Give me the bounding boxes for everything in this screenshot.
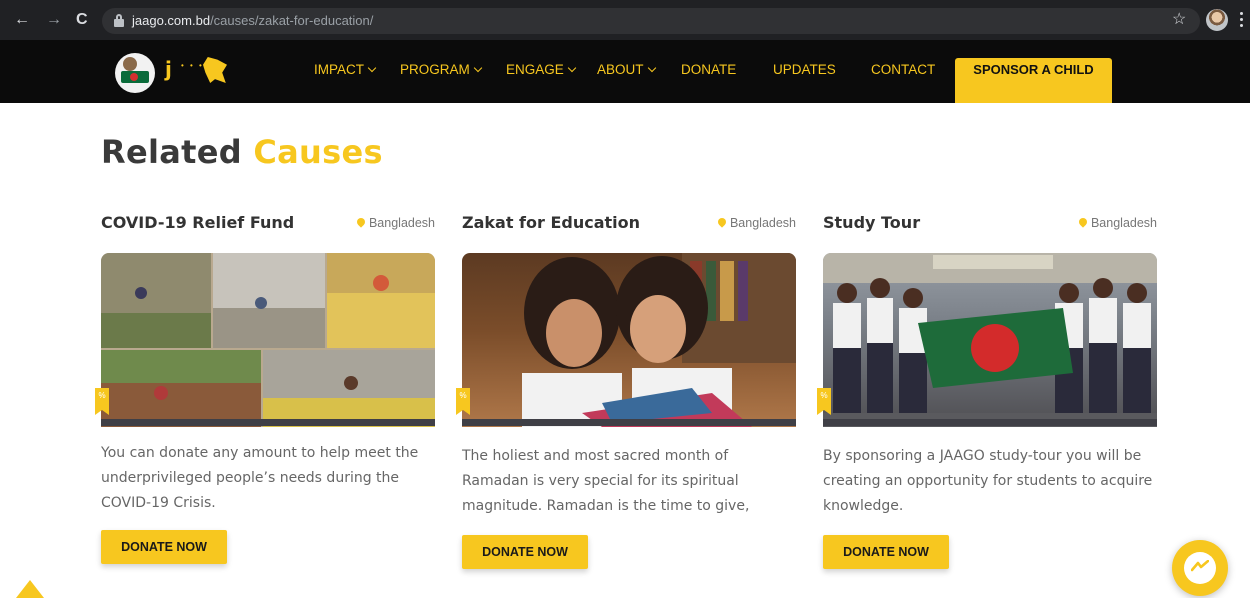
address-bar[interactable]: jaago.com.bd/causes/zakat-for-education/	[102, 8, 1200, 34]
scroll-to-top-icon[interactable]	[16, 580, 44, 598]
chevron-down-icon	[367, 63, 377, 73]
cause-description: The holiest and most sacred month of Ram…	[462, 448, 750, 514]
messenger-chat-button[interactable]	[1172, 540, 1228, 596]
cause-location: Bangladesh	[716, 216, 796, 230]
chevron-down-icon	[473, 63, 483, 73]
cause-image[interactable]	[823, 253, 1157, 427]
cause-title[interactable]: COVID-19 Relief Fund	[101, 213, 294, 232]
donate-now-button[interactable]: DONATE NOW	[101, 530, 227, 564]
nav-item-label: ABOUT	[597, 62, 644, 77]
progress-bar	[462, 419, 796, 426]
cause-location: Bangladesh	[355, 216, 435, 230]
chevron-down-icon	[647, 63, 656, 73]
progress-badge: %	[817, 388, 831, 415]
bookmark-star-icon[interactable]: ☆	[1172, 10, 1186, 30]
cause-title[interactable]: Zakat for Education	[462, 213, 640, 232]
nav-item-about[interactable]: ABOUT	[597, 61, 656, 79]
cause-card: Study Tour Bangladesh % By sponsoring a …	[817, 213, 1157, 583]
cause-title[interactable]: Study Tour	[823, 213, 920, 232]
nav-item-engage[interactable]: ENGAGE	[506, 61, 577, 79]
nav-item-label: UPDATES	[773, 62, 836, 77]
cause-card: COVID-19 Relief Fund Bangladesh % You ca…	[95, 213, 435, 583]
logo-emblem	[115, 53, 155, 93]
cause-description: By sponsoring a JAAGO study-tour you wil…	[823, 448, 1153, 514]
nav-item-contact[interactable]: CONTACT	[871, 61, 935, 79]
back-arrow-icon[interactable]: ←	[14, 10, 30, 30]
map-pin-icon	[1077, 216, 1089, 228]
cause-location: Bangladesh	[1077, 216, 1157, 230]
map-pin-icon	[355, 216, 367, 228]
cause-description: You can donate any amount to help meet t…	[101, 445, 419, 511]
cause-location-label: Bangladesh	[368, 216, 435, 230]
nav-item-label: CONTACT	[871, 62, 936, 77]
cause-card: Zakat for Education Bangladesh % The hol…	[456, 213, 796, 583]
profile-avatar[interactable]	[1206, 9, 1228, 31]
url-domain: jaago.com.bd	[132, 13, 211, 28]
nav-item-label: PROGRAM	[400, 62, 470, 77]
progress-bar	[823, 419, 1157, 426]
browser-menu-icon[interactable]	[1240, 12, 1244, 28]
donate-now-button[interactable]: DONATE NOW	[462, 535, 588, 569]
section-title-main: Related	[101, 133, 242, 171]
progress-badge: %	[95, 388, 109, 415]
url-path: /causes/zakat-for-education/	[210, 13, 374, 28]
bangladesh-map-icon	[203, 57, 227, 83]
site-header: j • • • IMPACT PROGRAM ENGAGE ABOUT DONA…	[0, 40, 1250, 103]
reload-icon[interactable]: C	[76, 10, 88, 30]
logo-dots: • • •	[181, 61, 204, 70]
forward-arrow-icon[interactable]: →	[46, 10, 62, 30]
cause-image[interactable]	[101, 253, 435, 427]
url-text: jaago.com.bd/causes/zakat-for-education/	[132, 14, 373, 28]
nav-item-label: IMPACT	[314, 62, 364, 77]
chevron-down-icon	[567, 63, 577, 73]
nav-item-label: ENGAGE	[506, 62, 564, 77]
jaago-logo[interactable]: j • • •	[115, 53, 227, 93]
nav-item-label: DONATE	[681, 62, 737, 77]
nav-item-program[interactable]: PROGRAM	[400, 61, 483, 79]
lock-icon	[114, 14, 124, 27]
sponsor-a-child-button[interactable]: SPONSOR A CHILD	[955, 58, 1112, 103]
progress-bar	[101, 419, 435, 426]
progress-badge: %	[456, 388, 470, 415]
nav-item-donate[interactable]: DONATE	[681, 61, 736, 79]
section-title-accent: Causes	[253, 133, 383, 171]
cause-image[interactable]	[462, 253, 796, 427]
cause-location-label: Bangladesh	[729, 216, 796, 230]
nav-item-updates[interactable]: UPDATES	[773, 61, 836, 79]
browser-toolbar: ← → C jaago.com.bd/causes/zakat-for-educ…	[0, 0, 1250, 40]
donate-now-button[interactable]: DONATE NOW	[823, 535, 949, 569]
nav-item-impact[interactable]: IMPACT	[314, 61, 377, 79]
messenger-bolt-icon	[1191, 560, 1209, 572]
map-pin-icon	[716, 216, 728, 228]
cause-location-label: Bangladesh	[1090, 216, 1157, 230]
section-title: Related Causes	[101, 133, 383, 171]
logo-letter: j	[165, 57, 172, 81]
